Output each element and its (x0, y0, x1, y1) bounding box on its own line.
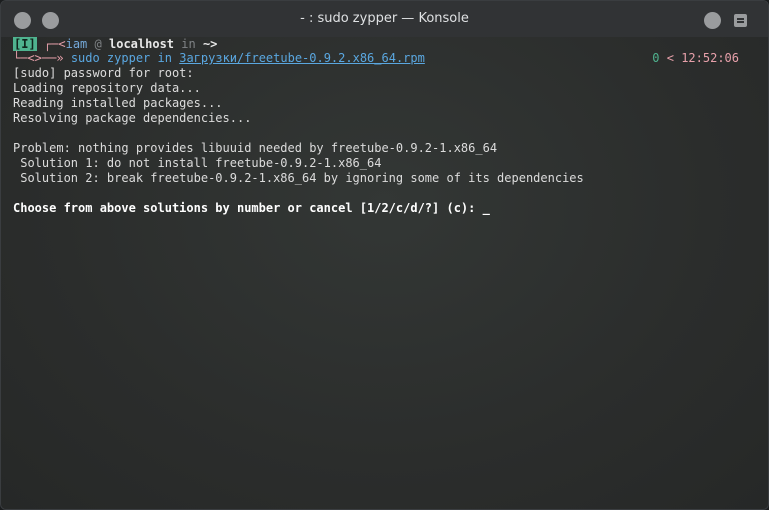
output-line: Solution 2: break freetube-0.9.2-1.x86_6… (13, 171, 584, 185)
keep-above-icon[interactable] (42, 12, 59, 29)
command-in: in (157, 51, 172, 65)
prompt-cwd: ~> (202, 37, 218, 51)
command-path-link[interactable]: Загрузки/freetube-0.9.2.x86_64.rpm (179, 51, 425, 65)
prompt-time: 12:52:06 (681, 51, 739, 65)
window-title: - : sudo zypper — Konsole (300, 11, 469, 26)
prompt-corner-bottom: └─<>──» (13, 51, 64, 65)
prompt-line-1: [I] ┌─<iam @ localhost in ~> (13, 37, 217, 52)
text-cursor: _ (482, 201, 490, 215)
status-separator: < (659, 51, 682, 65)
output-line: Problem: nothing provides libuuid needed… (13, 141, 498, 155)
prompt-user-bracket: < (58, 37, 66, 51)
output-line: Reading installed packages... (13, 96, 223, 110)
prompt-host: localhost (109, 37, 175, 51)
command-line: └─<>──» sudo zypper in Загрузки/freetube… (13, 51, 425, 66)
prompt-corner-top: ┌─ (43, 37, 59, 51)
question-text: Choose from above solutions by number or… (13, 201, 483, 215)
hamburger-menu-icon[interactable] (734, 14, 747, 27)
title-bar[interactable]: - : sudo zypper — Konsole (1, 1, 768, 37)
terminal-area[interactable]: [I] ┌─<iam @ localhost in ~> └─<>──» sud… (1, 37, 768, 509)
prompt-user: iam (65, 37, 88, 51)
window-menu-icon[interactable] (14, 12, 31, 29)
question-line[interactable]: Choose from above solutions by number or… (13, 201, 490, 216)
close-icon[interactable] (704, 12, 721, 29)
output-line: Resolving package dependencies... (13, 111, 252, 125)
return-status: 0 < 12:52:06 (652, 51, 739, 66)
output-line: [sudo] password for root: (13, 66, 194, 80)
mode-tag: [I] (13, 37, 37, 51)
konsole-window: - : sudo zypper — Konsole [I] ┌─<iam @ l… (0, 0, 769, 510)
output-line: Solution 1: do not install freetube-0.9.… (13, 156, 382, 170)
prompt-in: in (181, 37, 196, 51)
command-text: sudo zypper (70, 51, 151, 65)
output-line: Loading repository data... (13, 81, 201, 95)
exit-code: 0 (652, 51, 660, 65)
prompt-at: @ (94, 37, 102, 51)
